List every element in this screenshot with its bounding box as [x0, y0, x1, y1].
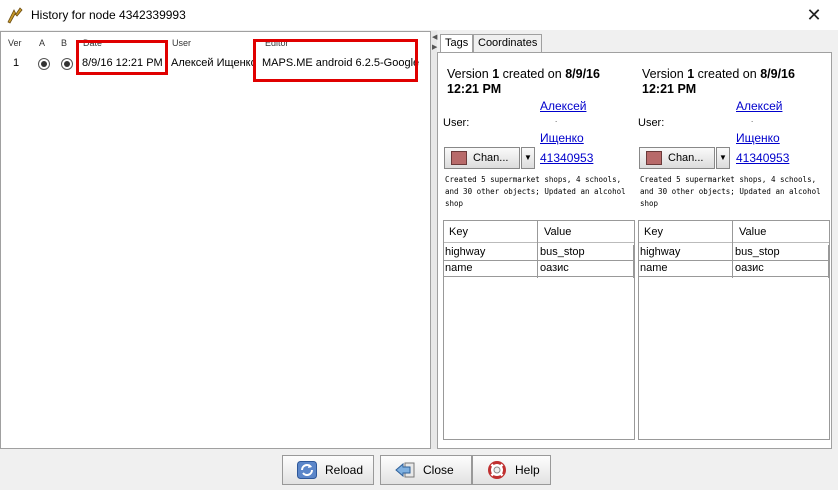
help-lifebuoy-icon [488, 461, 506, 479]
dropdown-arrow-icon[interactable]: ▼ [716, 147, 730, 169]
user-id-link[interactable]: 41340953 [736, 151, 789, 165]
app-icon [7, 7, 23, 24]
window-title: History for node 4342339993 [31, 8, 186, 22]
changeset-button[interactable]: Chan... [444, 147, 520, 169]
version-column-b: Version 1 created on 8/9/16 12:21 PM Use… [634, 53, 830, 448]
tag-table: Key Value highway bus_stop name оазис [638, 220, 830, 440]
tag-header-key[interactable]: Key [449, 226, 468, 238]
version-heading: Version 1 created on 8/9/16 12:21 PM [642, 67, 795, 96]
tag-value: оазис [735, 262, 764, 274]
collapse-left-icon[interactable]: ◀ [432, 33, 437, 41]
user-link-first[interactable]: Алексей [736, 99, 782, 113]
reload-label: Reload [325, 463, 364, 477]
editor-highlight-box [253, 39, 418, 82]
changeset-icon [646, 151, 662, 165]
title-bar: History for node 4342339993 ✕ [0, 0, 838, 30]
tag-table-header: Key Value [444, 221, 634, 243]
tag-header-key[interactable]: Key [644, 226, 663, 238]
cell-user: Алексей Ищенко [171, 57, 256, 69]
column-divider [828, 245, 829, 278]
help-label: Help [515, 463, 540, 477]
close-button[interactable]: Close [380, 455, 472, 485]
close-label: Close [423, 463, 454, 477]
tag-row[interactable]: name оазис [639, 261, 829, 277]
column-divider [732, 221, 733, 278]
changeset-button[interactable]: Chan... [639, 147, 715, 169]
tag-value: оазис [540, 262, 569, 274]
changeset-button-label: Chan... [473, 152, 509, 164]
tag-header-value[interactable]: Value [739, 226, 766, 238]
reload-button[interactable]: Reload [282, 455, 374, 485]
user-link-first[interactable]: Алексей [540, 99, 586, 113]
header-user[interactable]: User [172, 38, 191, 48]
tag-value: bus_stop [540, 246, 585, 258]
header-b[interactable]: B [61, 38, 67, 48]
radio-b[interactable] [61, 58, 73, 70]
tag-table-header: Key Value [639, 221, 829, 243]
tag-header-value[interactable]: Value [544, 226, 571, 238]
changeset-comment: Created 5 supermarket shops, 4 schools, … [640, 175, 826, 208]
reload-icon [297, 461, 317, 479]
user-label: User: [638, 117, 665, 129]
header-ver[interactable]: Ver [8, 38, 22, 48]
version-compare-panel: Version 1 created on 8/9/16 12:21 PM Use… [437, 52, 832, 449]
user-link-last[interactable]: Ищенко [540, 131, 584, 145]
user-id-link[interactable]: 41340953 [540, 151, 593, 165]
collapse-right-icon[interactable]: ▶ [432, 43, 437, 51]
changeset-button-label: Chan... [668, 152, 704, 164]
changeset-comment: Created 5 supermarket shops, 4 schools, … [445, 175, 631, 208]
history-table: Ver A B Date User Editor 1 8/9/16 12:21 … [0, 31, 431, 449]
close-arrow-icon [395, 462, 415, 478]
tag-row[interactable]: name оазис [444, 261, 634, 277]
tag-key: highway [640, 246, 681, 258]
version-heading: Version 1 created on 8/9/16 12:21 PM [447, 67, 600, 96]
help-button[interactable]: Help [472, 455, 551, 485]
tag-key: name [640, 262, 668, 274]
header-a[interactable]: A [39, 38, 45, 48]
user-label: User: [443, 117, 470, 129]
tag-table: Key Value highway bus_stop name оазис [443, 220, 635, 440]
user-link-last[interactable]: Ищенко [736, 131, 780, 145]
column-divider [537, 221, 538, 278]
dropdown-arrow-icon[interactable]: ▼ [521, 147, 535, 169]
separator-dot: . [751, 115, 754, 124]
separator-dot: . [555, 115, 558, 124]
tag-key: name [445, 262, 473, 274]
tag-value: bus_stop [735, 246, 780, 258]
tag-row[interactable]: highway bus_stop [444, 245, 634, 261]
tag-key: highway [445, 246, 486, 258]
radio-a[interactable] [38, 58, 50, 70]
tab-tags[interactable]: Tags [440, 34, 474, 54]
tab-coordinates[interactable]: Coordinates [473, 34, 543, 53]
date-highlight-box [76, 40, 168, 75]
scrollbar-strip[interactable] [832, 30, 838, 450]
close-icon[interactable]: ✕ [790, 0, 838, 30]
changeset-icon [451, 151, 467, 165]
cell-version: 1 [13, 57, 20, 69]
version-column-a: Version 1 created on 8/9/16 12:21 PM Use… [438, 53, 635, 448]
tag-row[interactable]: highway bus_stop [639, 245, 829, 261]
